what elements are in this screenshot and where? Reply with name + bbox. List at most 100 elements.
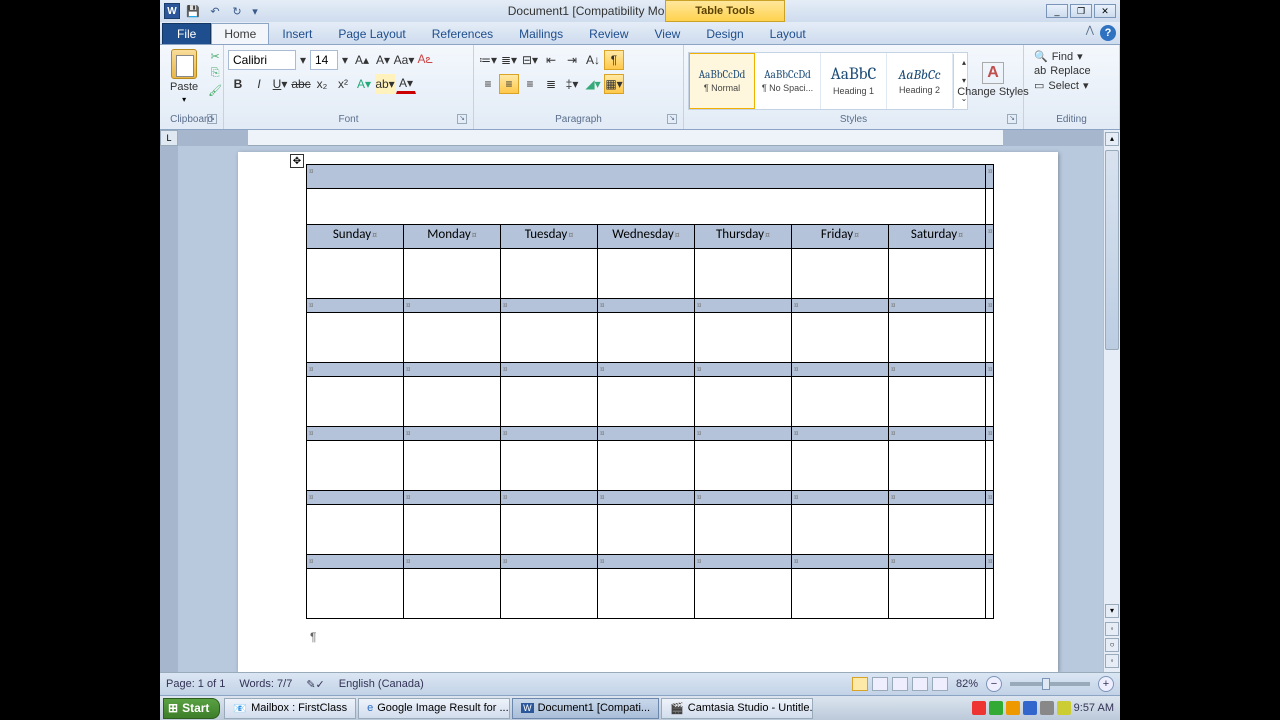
day-header[interactable]: Tuesday: [501, 225, 598, 249]
day-body-cell[interactable]: [792, 313, 889, 363]
date-cell[interactable]: ¤: [501, 299, 598, 313]
day-body-cell[interactable]: [792, 377, 889, 427]
decrease-indent-button[interactable]: ⇤: [541, 50, 561, 70]
word-count[interactable]: Words: 7/7: [239, 678, 292, 690]
date-cell[interactable]: ¤: [695, 363, 792, 377]
date-cell[interactable]: ¤: [307, 427, 404, 441]
tray-icon[interactable]: [989, 701, 1003, 715]
tray-icon[interactable]: [1040, 701, 1054, 715]
day-body-cell[interactable]: [404, 377, 501, 427]
day-body-cell[interactable]: [792, 441, 889, 491]
bullets-button[interactable]: ≔▾: [478, 50, 498, 70]
date-cell[interactable]: ¤: [792, 555, 889, 569]
style-normal[interactable]: AaBbCcDd¶ Normal: [689, 53, 755, 109]
spell-check-icon[interactable]: ✎✓: [306, 678, 324, 691]
word-icon[interactable]: W: [164, 3, 180, 19]
scroll-thumb[interactable]: [1105, 150, 1119, 350]
paste-button[interactable]: Paste ▾: [164, 47, 204, 106]
date-cell[interactable]: ¤: [404, 363, 501, 377]
date-cell[interactable]: ¤: [889, 555, 986, 569]
calendar-table[interactable]: ¤¤SundayMondayTuesdayWednesdayThursdayFr…: [306, 164, 994, 619]
day-body-cell[interactable]: [404, 313, 501, 363]
day-header[interactable]: Monday: [404, 225, 501, 249]
tab-mailings[interactable]: Mailings: [506, 23, 576, 44]
table-move-handle[interactable]: ✥: [290, 154, 304, 168]
scroll-up[interactable]: ▴: [1105, 132, 1119, 146]
day-body-cell[interactable]: [501, 441, 598, 491]
grow-font-button[interactable]: A▴: [352, 50, 372, 70]
tray-icon[interactable]: [1023, 701, 1037, 715]
change-styles-button[interactable]: A Change Styles: [968, 60, 1018, 100]
underline-button[interactable]: U▾: [270, 74, 290, 94]
date-cell[interactable]: ¤: [792, 363, 889, 377]
day-body-cell[interactable]: [404, 505, 501, 555]
align-center-button[interactable]: ≡: [499, 74, 519, 94]
date-cell[interactable]: ¤: [501, 427, 598, 441]
date-cell[interactable]: ¤: [501, 555, 598, 569]
day-body-cell[interactable]: [501, 569, 598, 619]
day-body-cell[interactable]: [307, 569, 404, 619]
date-cell[interactable]: ¤: [404, 427, 501, 441]
day-body-cell[interactable]: [889, 505, 986, 555]
show-paragraph-marks-button[interactable]: ¶: [604, 50, 624, 70]
font-name-dropdown[interactable]: ▾: [297, 50, 309, 70]
day-body-cell[interactable]: [695, 377, 792, 427]
date-cell[interactable]: ¤: [889, 491, 986, 505]
font-size-input[interactable]: [310, 50, 338, 70]
multilevel-list-button[interactable]: ⊟▾: [520, 50, 540, 70]
day-body-cell[interactable]: [695, 441, 792, 491]
date-cell[interactable]: ¤: [889, 363, 986, 377]
vertical-scrollbar[interactable]: ▴ ▾ ◦ ○ ◦: [1103, 130, 1120, 672]
date-cell[interactable]: ¤: [404, 299, 501, 313]
undo-button[interactable]: ↶: [206, 2, 224, 20]
replace-button[interactable]: abReplace: [1034, 65, 1091, 77]
clear-formatting-button[interactable]: Aఽ: [415, 50, 435, 70]
tab-review[interactable]: Review: [576, 23, 641, 44]
tab-file[interactable]: File: [162, 23, 211, 44]
day-body-cell[interactable]: [695, 313, 792, 363]
date-cell[interactable]: ¤: [792, 299, 889, 313]
date-cell[interactable]: ¤: [307, 491, 404, 505]
sort-button[interactable]: A↓: [583, 50, 603, 70]
horizontal-ruler[interactable]: [178, 130, 1120, 146]
increase-indent-button[interactable]: ⇥: [562, 50, 582, 70]
day-body-cell[interactable]: [889, 569, 986, 619]
style-heading2[interactable]: AaBbCcHeading 2: [887, 53, 953, 109]
strikethrough-button[interactable]: abc: [291, 74, 311, 94]
copy-button[interactable]: ⎘: [207, 66, 223, 80]
styles-gallery[interactable]: AaBbCcDd¶ Normal AaBbCcDd¶ No Spaci... A…: [688, 52, 968, 110]
font-dialog[interactable]: ↘: [457, 114, 467, 124]
date-cell[interactable]: ¤: [404, 491, 501, 505]
qat-customize[interactable]: ▾: [250, 2, 260, 20]
date-cell[interactable]: ¤: [598, 363, 695, 377]
date-cell[interactable]: ¤: [889, 427, 986, 441]
zoom-out-button[interactable]: −: [986, 676, 1002, 692]
date-cell[interactable]: ¤: [598, 491, 695, 505]
tab-references[interactable]: References: [419, 23, 506, 44]
bold-button[interactable]: B: [228, 74, 248, 94]
date-cell[interactable]: ¤: [598, 555, 695, 569]
tab-selector[interactable]: L: [160, 130, 178, 146]
tab-view[interactable]: View: [642, 23, 694, 44]
taskbar-item-camtasia[interactable]: 🎬Camtasia Studio - Untitle...: [661, 698, 813, 719]
scroll-down[interactable]: ▾: [1105, 604, 1119, 618]
date-cell[interactable]: ¤: [695, 299, 792, 313]
minimize-ribbon-icon[interactable]: ⋀: [1086, 25, 1094, 41]
day-body-cell[interactable]: [598, 505, 695, 555]
font-name-input[interactable]: [228, 50, 296, 70]
day-header[interactable]: Saturday: [889, 225, 986, 249]
print-layout-view[interactable]: [852, 677, 868, 691]
date-cell[interactable]: ¤: [695, 491, 792, 505]
style-no-spacing[interactable]: AaBbCcDd¶ No Spaci...: [755, 53, 821, 109]
cut-button[interactable]: ✂: [207, 49, 223, 63]
day-body-cell[interactable]: [501, 505, 598, 555]
tab-design[interactable]: Design: [693, 23, 756, 44]
zoom-percent[interactable]: 82%: [956, 678, 978, 690]
day-header[interactable]: Thursday: [695, 225, 792, 249]
day-body-cell[interactable]: [889, 377, 986, 427]
borders-button[interactable]: ▦▾: [604, 74, 624, 94]
taskbar-item-mailbox[interactable]: 📧Mailbox : FirstClass: [224, 698, 356, 719]
day-body-cell[interactable]: [307, 313, 404, 363]
italic-button[interactable]: I: [249, 74, 269, 94]
restore-button[interactable]: ❐: [1070, 4, 1092, 18]
